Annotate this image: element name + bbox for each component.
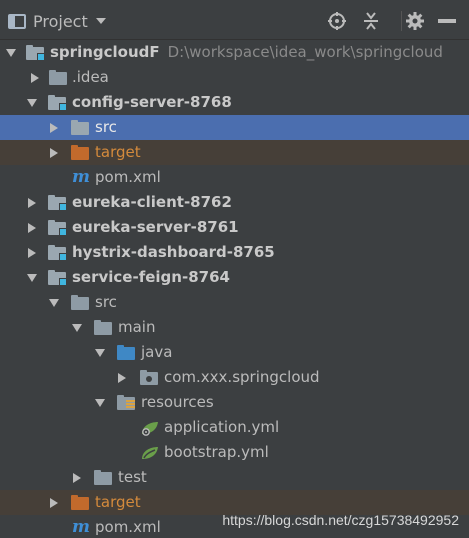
tree-item-label: resources — [141, 393, 214, 411]
tree-row-hystrix-dashboard[interactable]: hystrix-dashboard-8765 — [0, 240, 469, 265]
excluded-folder-icon — [71, 145, 89, 160]
expand-arrow-icon[interactable] — [24, 90, 40, 115]
module-folder-icon — [48, 245, 67, 261]
expand-arrow-icon[interactable] — [24, 215, 40, 240]
expand-arrow-icon[interactable] — [92, 390, 108, 415]
view-selector[interactable]: Project — [8, 10, 106, 32]
expand-arrow-icon[interactable] — [24, 190, 40, 215]
expand-arrow-icon[interactable] — [46, 115, 62, 140]
tree-item-label: eureka-client-8762 — [72, 193, 232, 211]
folder-icon — [71, 120, 89, 135]
tree-row-package[interactable]: com.xxx.springcloud — [0, 365, 469, 390]
gear-icon[interactable] — [404, 10, 426, 32]
chevron-down-icon[interactable] — [95, 18, 106, 24]
tree-item-label: src — [95, 118, 117, 136]
tree-item-label: config-server-8768 — [72, 93, 232, 111]
tree-item-label: bootstrap.yml — [164, 443, 269, 461]
tree-item-label: application.yml — [164, 418, 280, 436]
source-folder-icon — [117, 345, 135, 360]
tree-row-src[interactable]: src — [0, 290, 469, 315]
tree-row-eureka-client[interactable]: eureka-client-8762 — [0, 190, 469, 215]
tree-row-target[interactable]: target — [0, 140, 469, 165]
tree-row-java[interactable]: java — [0, 340, 469, 365]
expand-arrow-icon[interactable] — [92, 340, 108, 365]
tree-item-label: com.xxx.springcloud — [164, 368, 320, 386]
tree-item-label: target — [95, 143, 141, 161]
tree-item-label: pom.xml — [95, 168, 161, 186]
module-folder-icon — [48, 220, 67, 236]
spring-boot-icon — [140, 445, 158, 460]
tree-item-label: .idea — [72, 68, 109, 86]
tool-window-title: Project — [33, 11, 88, 31]
tree-row-main[interactable]: main — [0, 315, 469, 340]
tree-row-test[interactable]: test — [0, 465, 469, 490]
tree-row-pom-xml[interactable]: m pom.xml — [0, 165, 469, 190]
tree-row-idea[interactable]: .idea — [0, 65, 469, 90]
folder-icon — [49, 70, 67, 85]
expand-arrow-icon[interactable] — [24, 240, 40, 265]
module-folder-icon — [48, 195, 67, 211]
tree-row-config-server[interactable]: config-server-8768 — [0, 90, 469, 115]
tree-row-bootstrap-yml[interactable]: bootstrap.yml — [0, 440, 469, 465]
expand-arrow-icon[interactable] — [69, 465, 85, 490]
folder-icon — [94, 320, 112, 335]
expand-arrow-icon[interactable] — [46, 140, 62, 165]
maven-icon: m — [72, 167, 90, 187]
expand-arrow-icon[interactable] — [46, 290, 62, 315]
collapse-all-icon[interactable] — [360, 10, 382, 32]
expand-arrow-icon[interactable] — [24, 265, 40, 290]
project-tree: springcloudF D:\workspace\idea_work\sprin… — [0, 40, 469, 538]
tree-item-label: service-feign-8764 — [72, 268, 230, 286]
tree-row-application-yml[interactable]: application.yml — [0, 415, 469, 440]
expand-arrow-icon[interactable] — [3, 40, 19, 65]
tree-item-label: springcloudF D:\workspace\idea_work\sprin… — [50, 43, 443, 61]
package-icon — [140, 370, 158, 385]
tree-item-label: eureka-server-8761 — [72, 218, 239, 236]
expand-arrow-icon[interactable] — [114, 365, 130, 390]
tree-row-springcloudf[interactable]: springcloudF D:\workspace\idea_work\sprin… — [0, 40, 469, 65]
tree-row-eureka-server[interactable]: eureka-server-8761 — [0, 215, 469, 240]
project-path: D:\workspace\idea_work\springcloud — [167, 43, 443, 61]
module-folder-icon — [26, 45, 45, 61]
tree-item-label: hystrix-dashboard-8765 — [72, 243, 275, 261]
resources-folder-icon — [117, 395, 135, 410]
module-folder-icon — [48, 270, 67, 286]
project-panel-icon — [8, 13, 26, 29]
tree-row-service-feign[interactable]: service-feign-8764 — [0, 265, 469, 290]
watermark: https://blog.csdn.net/czg15738492952 — [222, 512, 459, 528]
spring-config-icon — [140, 420, 158, 436]
tree-row-src-selected[interactable]: src — [0, 115, 469, 140]
expand-arrow-icon[interactable] — [27, 65, 43, 90]
folder-icon — [71, 295, 89, 310]
folder-icon — [94, 470, 112, 485]
module-folder-icon — [48, 95, 67, 111]
tree-item-label: src — [95, 293, 117, 311]
locate-icon[interactable] — [326, 10, 348, 32]
hide-panel-icon[interactable] — [436, 10, 458, 32]
tree-item-label: main — [118, 318, 156, 336]
tree-item-label: test — [118, 468, 147, 486]
tree-row-resources[interactable]: resources — [0, 390, 469, 415]
tree-item-label: java — [141, 343, 173, 361]
expand-arrow-icon[interactable] — [69, 315, 85, 340]
project-tool-window-header: Project — [0, 0, 469, 40]
